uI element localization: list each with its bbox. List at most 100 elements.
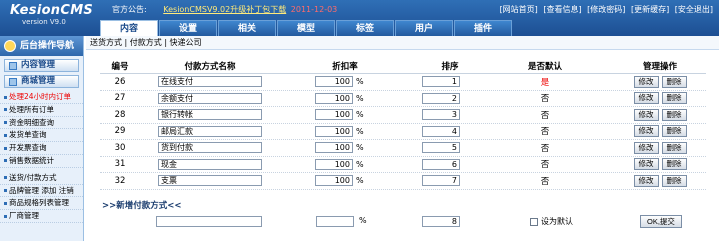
announcement-date: 2011-12-03 xyxy=(290,5,338,14)
name-input[interactable]: 现金 xyxy=(158,158,262,170)
row-actions: 修改 删除 xyxy=(620,107,700,123)
update-cache-link[interactable]: [更新缓存] xyxy=(631,5,669,14)
nav-tabs: 内容 设置 相关 模型 标签 用户 插件 xyxy=(100,20,513,36)
percent-sign: % xyxy=(356,77,364,87)
edit-button[interactable]: 修改 xyxy=(633,158,659,171)
percent-sign: % xyxy=(356,176,364,186)
edit-button[interactable]: 修改 xyxy=(633,141,659,154)
bullet-icon xyxy=(4,95,7,99)
delete-button[interactable]: 删除 xyxy=(661,75,687,88)
bullet-icon xyxy=(4,159,7,163)
delete-button[interactable]: 删除 xyxy=(661,108,687,121)
change-password-link[interactable]: [修改密码] xyxy=(587,5,625,14)
sidebar-item-specs[interactable]: 商品规格列表管理 xyxy=(0,197,83,211)
order-input[interactable]: 3 xyxy=(422,109,460,121)
discount-input[interactable]: 100 xyxy=(315,142,353,154)
sidebar-item-label: 商品规格列表管理 xyxy=(9,198,69,208)
logout-link[interactable]: [安全退出] xyxy=(675,5,713,14)
delete-button[interactable]: 删除 xyxy=(661,125,687,138)
bullet-icon xyxy=(4,189,7,193)
sidebar-item-label: 送货/付款方式 xyxy=(9,172,57,182)
logo-title: KesionCMS xyxy=(10,3,94,18)
tab-content[interactable]: 内容 xyxy=(100,20,158,36)
tab-tags[interactable]: 标签 xyxy=(336,20,394,36)
sidebar-group-label: 商城管理 xyxy=(21,76,56,86)
edit-button[interactable]: 修改 xyxy=(633,108,659,121)
bullet-icon xyxy=(4,146,7,150)
tab-related[interactable]: 相关 xyxy=(218,20,276,36)
row-order-cell: 5 xyxy=(422,140,482,156)
row-name-cell: 现金 xyxy=(158,157,278,173)
sidebar-item-orders-24h[interactable]: 处理24小时内订单 xyxy=(0,91,83,104)
sidebar-group-content[interactable]: 内容管理 xyxy=(4,59,79,72)
discount-input[interactable]: 100 xyxy=(315,76,353,88)
edit-button[interactable]: 修改 xyxy=(633,92,659,105)
sidebar-list: 处理24小时内订单 处理所有订单 资金明细查询 发货单查询 开发票查询 销售数据… xyxy=(0,91,83,223)
delete-button[interactable]: 删除 xyxy=(661,158,687,171)
row-discount-cell: 100% xyxy=(315,157,375,173)
sidebar-item-invoice-query[interactable]: 开发票查询 xyxy=(0,142,83,155)
tab-plugins[interactable]: 插件 xyxy=(454,20,512,36)
sidebar-title: 后台操作导航 xyxy=(20,41,75,51)
new-payment-title: >>新增付款方式<< xyxy=(102,201,182,211)
row-actions: 修改 删除 xyxy=(620,74,700,90)
sidebar-item-brands[interactable]: 品牌管理 添加 注销 xyxy=(0,185,83,198)
view-info-link[interactable]: [查看信息] xyxy=(543,5,581,14)
sidebar-item-delivery-payment[interactable]: 送货/付款方式 xyxy=(0,172,83,185)
set-default-option[interactable]: 设为默认 xyxy=(530,216,573,227)
edit-button[interactable]: 修改 xyxy=(633,174,659,187)
name-input[interactable]: 在线支付 xyxy=(158,76,262,88)
sidebar-item-sales-stats[interactable]: 销售数据统计 xyxy=(0,155,83,168)
home-link[interactable]: [网站首页] xyxy=(500,5,538,14)
sidebar-item-all-orders[interactable]: 处理所有订单 xyxy=(0,104,83,117)
new-order-input[interactable]: 8 xyxy=(422,216,460,227)
set-default-label: 设为默认 xyxy=(541,217,573,226)
discount-input[interactable]: 100 xyxy=(315,158,353,170)
row-actions: 修改 删除 xyxy=(620,124,700,140)
order-input[interactable]: 4 xyxy=(422,125,460,137)
bullet-icon xyxy=(4,133,7,137)
sidebar-item-shipping-query[interactable]: 发货单查询 xyxy=(0,129,83,143)
row-actions: 修改 删除 xyxy=(620,91,700,107)
order-input[interactable]: 1 xyxy=(422,76,460,88)
tab-settings[interactable]: 设置 xyxy=(159,20,217,36)
name-input[interactable]: 银行转帐 xyxy=(158,109,262,121)
delete-button[interactable]: 删除 xyxy=(661,174,687,187)
order-input[interactable]: 2 xyxy=(422,92,460,104)
edit-button[interactable]: 修改 xyxy=(633,125,659,138)
announcement: 官方公告: KesionCMSV9.02升级补丁包下载 2011-12-03 xyxy=(112,4,337,15)
edit-button[interactable]: 修改 xyxy=(633,75,659,88)
default-checkbox[interactable] xyxy=(530,217,538,226)
row-id: 32 xyxy=(114,175,126,186)
delete-button[interactable]: 删除 xyxy=(661,92,687,105)
row-id: 31 xyxy=(114,159,126,170)
sidebar-item-label: 品牌管理 添加 注销 xyxy=(9,185,74,195)
tab-users[interactable]: 用户 xyxy=(395,20,453,36)
discount-input[interactable]: 100 xyxy=(315,175,353,187)
discount-input[interactable]: 100 xyxy=(315,92,353,104)
name-input[interactable]: 货到付款 xyxy=(158,142,262,154)
row-name-cell: 余额支付 xyxy=(158,91,278,107)
name-input[interactable]: 邮局汇款 xyxy=(158,125,262,137)
row-discount-cell: 100% xyxy=(315,124,375,140)
sidebar-group-shop[interactable]: 商城管理 xyxy=(4,75,79,88)
new-discount-input[interactable] xyxy=(316,216,354,227)
order-input[interactable]: 6 xyxy=(422,158,460,170)
discount-input[interactable]: 100 xyxy=(315,125,353,137)
submit-button[interactable]: OK,提交 xyxy=(640,215,682,228)
new-name-input[interactable] xyxy=(156,216,262,227)
announcement-link[interactable]: KesionCMSV9.02升级补丁包下载 xyxy=(163,5,286,14)
breadcrumb[interactable]: 送货方式 | 付款方式 | 快递公司 xyxy=(86,36,719,50)
name-input[interactable]: 余额支付 xyxy=(158,92,262,104)
sidebar-item-manufacturers[interactable]: 厂商管理 xyxy=(0,210,83,223)
sidebar-item-funds[interactable]: 资金明细查询 xyxy=(0,117,83,130)
row-actions: 修改 删除 xyxy=(620,173,700,189)
name-input[interactable]: 支票 xyxy=(158,175,262,187)
tab-models[interactable]: 模型 xyxy=(277,20,335,36)
delete-button[interactable]: 删除 xyxy=(661,141,687,154)
header-name: 付款方式名称 xyxy=(184,61,236,72)
bullet-icon xyxy=(4,108,7,112)
discount-input[interactable]: 100 xyxy=(315,109,353,121)
order-input[interactable]: 5 xyxy=(422,142,460,154)
order-input[interactable]: 7 xyxy=(422,175,460,187)
